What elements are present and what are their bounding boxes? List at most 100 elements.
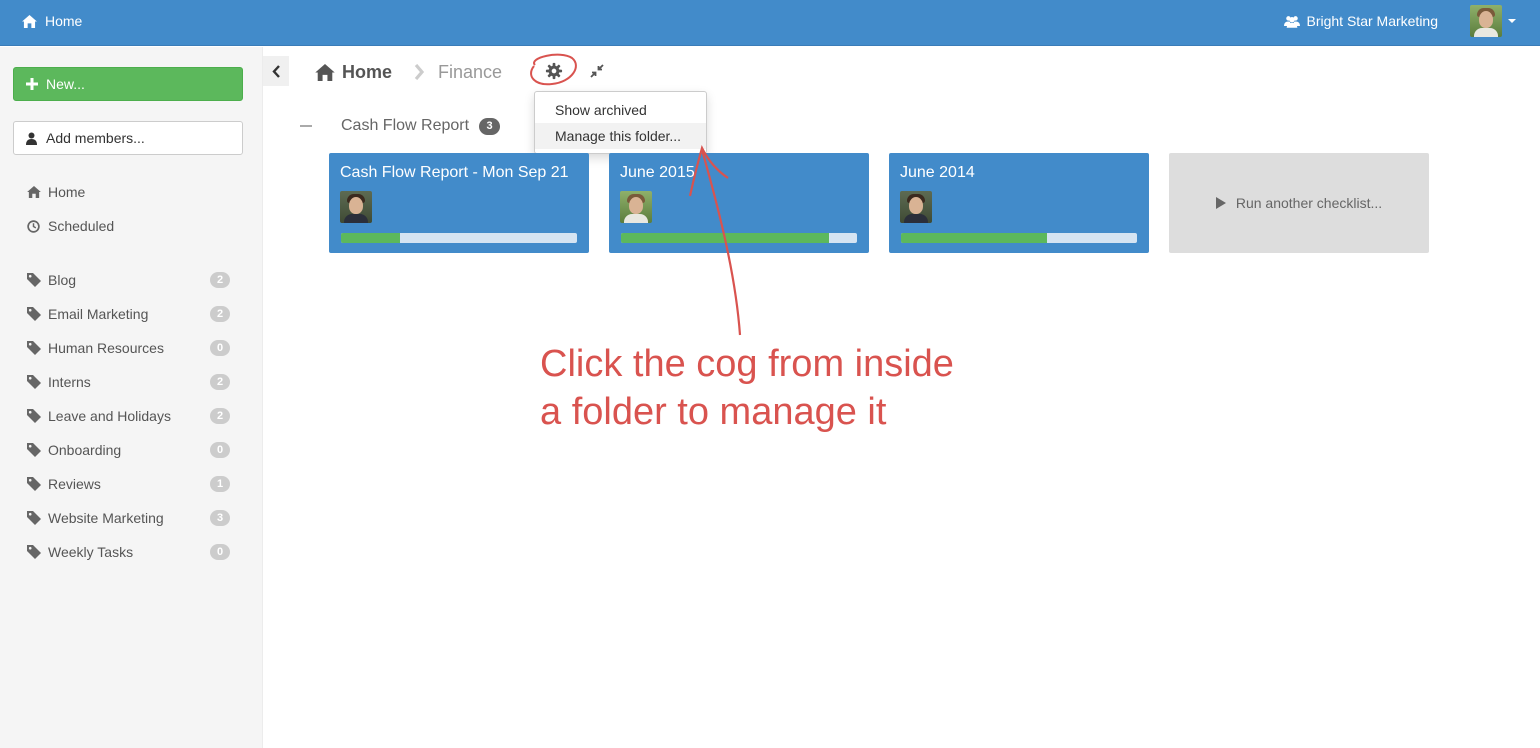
group-count-badge: 3 xyxy=(479,117,501,135)
collapse-sidebar-button[interactable] xyxy=(263,56,289,86)
sidebar-item-label: Weekly Tasks xyxy=(48,544,134,560)
tag-icon xyxy=(26,375,41,389)
top-navbar: Home Bright Star Marketing xyxy=(0,0,1540,46)
compress-view-button[interactable] xyxy=(590,64,604,83)
gear-icon xyxy=(545,62,563,80)
count-badge: 2 xyxy=(210,272,230,288)
sidebar-item-label: Human Resources xyxy=(48,340,164,356)
organization-name: Bright Star Marketing xyxy=(1306,13,1439,29)
run-another-checklist-button[interactable]: Run another checklist... xyxy=(1169,153,1429,253)
sidebar-item-interns[interactable]: Interns 2 xyxy=(0,365,263,399)
home-icon xyxy=(315,63,335,81)
breadcrumb-home-label: Home xyxy=(342,61,393,82)
assignee-avatar xyxy=(900,191,932,223)
user-icon xyxy=(26,132,37,145)
progress-fill xyxy=(621,233,829,243)
sidebar-item-website-marketing[interactable]: Website Marketing 3 xyxy=(0,501,263,535)
tag-icon xyxy=(26,273,41,287)
tag-icon xyxy=(26,477,41,491)
manage-folder-menu-item[interactable]: Manage this folder... xyxy=(535,123,706,149)
sidebar-item-reviews[interactable]: Reviews 1 xyxy=(0,467,263,501)
assignee-avatar xyxy=(340,191,372,223)
sidebar-item-scheduled[interactable]: Scheduled xyxy=(0,209,263,243)
plus-icon xyxy=(26,78,38,90)
sidebar-primary-nav: Home Scheduled xyxy=(0,175,263,243)
count-badge: 2 xyxy=(210,408,230,424)
sidebar-item-label: Leave and Holidays xyxy=(48,408,171,424)
sidebar-item-human-resources[interactable]: Human Resources 0 xyxy=(0,331,263,365)
play-icon xyxy=(1215,197,1226,209)
sidebar-item-label: Onboarding xyxy=(48,442,122,458)
sidebar-item-label: Website Marketing xyxy=(48,510,164,526)
progress-bar xyxy=(621,233,857,243)
sidebar-item-email-marketing[interactable]: Email Marketing 2 xyxy=(0,297,263,331)
home-icon xyxy=(22,14,37,28)
checklist-card[interactable]: Cash Flow Report - Mon Sep 21 xyxy=(329,153,589,253)
add-members-button[interactable]: Add members... xyxy=(13,121,243,155)
sidebar-item-label: Interns xyxy=(48,374,91,390)
checklist-card[interactable]: June 2015 xyxy=(609,153,869,253)
users-icon xyxy=(1283,15,1300,28)
sidebar-item-onboarding[interactable]: Onboarding 0 xyxy=(0,433,263,467)
tag-icon xyxy=(26,511,41,525)
folder-settings-button[interactable] xyxy=(545,62,563,80)
sidebar-item-label: Email Marketing xyxy=(48,306,149,322)
progress-fill xyxy=(341,233,400,243)
tag-icon xyxy=(26,443,41,457)
sidebar-item-label: Blog xyxy=(48,272,77,288)
count-badge: 0 xyxy=(210,442,230,458)
progress-bar xyxy=(901,233,1137,243)
new-button[interactable]: New... xyxy=(13,67,243,101)
count-badge: 2 xyxy=(210,306,230,322)
navbar-home-label: Home xyxy=(45,13,83,29)
sidebar: New... Add members... Home Scheduled Blo… xyxy=(0,47,263,748)
checklist-card-title: June 2014 xyxy=(900,164,975,181)
assignee-avatar xyxy=(620,191,652,223)
progress-bar xyxy=(341,233,577,243)
sidebar-item-home[interactable]: Home xyxy=(0,175,263,209)
checklist-card-title: June 2015 xyxy=(620,164,695,181)
annotation-line: a folder to manage it xyxy=(540,391,887,433)
checklist-group-header: Cash Flow Report 3 xyxy=(300,115,501,137)
sidebar-item-label: Reviews xyxy=(48,476,101,492)
tag-icon xyxy=(26,409,41,423)
compress-icon xyxy=(590,64,604,78)
show-archived-menu-item[interactable]: Show archived xyxy=(535,97,706,123)
caret-down-icon xyxy=(1508,19,1516,23)
new-button-label: New... xyxy=(46,76,85,92)
breadcrumb-folder: Finance xyxy=(438,61,503,82)
sidebar-item-label: Home xyxy=(48,184,86,200)
breadcrumb-home[interactable]: Home xyxy=(315,62,392,83)
folder-settings-menu: Show archived Manage this folder... xyxy=(534,91,707,154)
progress-fill xyxy=(901,233,1048,243)
count-badge: 0 xyxy=(210,544,230,560)
sidebar-item-weekly-tasks[interactable]: Weekly Tasks 0 xyxy=(0,535,263,569)
count-badge: 0 xyxy=(210,340,230,356)
checklist-card-title: Cash Flow Report - Mon Sep 21 xyxy=(340,164,569,181)
checklist-card[interactable]: June 2014 xyxy=(889,153,1149,253)
sidebar-item-blog[interactable]: Blog 2 xyxy=(0,263,263,297)
tag-icon xyxy=(26,545,41,559)
clock-icon xyxy=(26,219,41,233)
navbar-home-link[interactable]: Home xyxy=(22,13,82,29)
annotation-line: Click the cog from inside xyxy=(540,343,954,385)
run-another-label: Run another checklist... xyxy=(1235,195,1383,211)
sidebar-item-label: Scheduled xyxy=(48,218,115,234)
annotation-callout: Click the cog from inside a folder to ma… xyxy=(540,340,1020,436)
home-icon xyxy=(26,186,41,198)
tag-icon xyxy=(26,341,41,355)
chevron-left-icon xyxy=(271,64,280,78)
count-badge: 2 xyxy=(210,374,230,390)
collapse-group-toggle[interactable] xyxy=(300,125,312,127)
add-members-label: Add members... xyxy=(46,130,145,146)
organization-menu[interactable]: Bright Star Marketing xyxy=(1283,13,1439,29)
sidebar-tags-nav: Blog 2 Email Marketing 2 Human Resources… xyxy=(0,263,263,569)
tag-icon xyxy=(26,307,41,321)
sidebar-item-leave-and-holidays[interactable]: Leave and Holidays 2 xyxy=(0,399,263,433)
breadcrumb: Home Finance xyxy=(315,58,502,86)
user-menu[interactable] xyxy=(1470,5,1516,37)
user-avatar xyxy=(1470,5,1502,37)
chevron-right-icon xyxy=(414,64,425,80)
group-title[interactable]: Cash Flow Report xyxy=(341,117,469,135)
count-badge: 3 xyxy=(210,510,230,526)
